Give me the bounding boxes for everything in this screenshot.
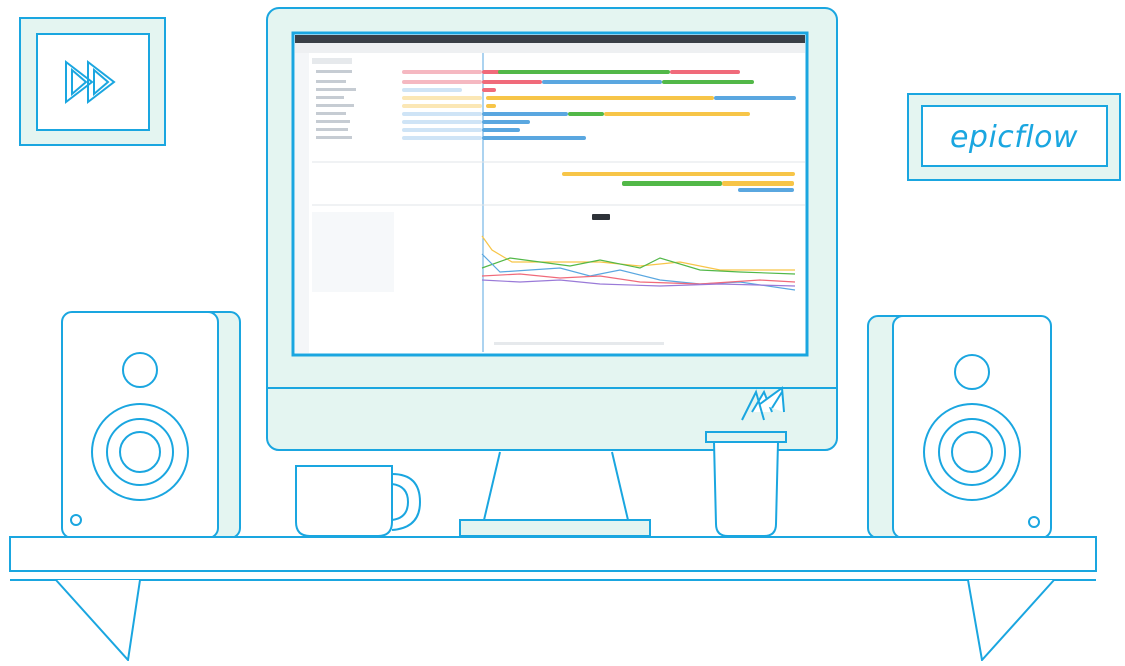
desk-scene-svg — [9, 7, 1121, 663]
fast-forward-badge — [19, 17, 166, 146]
mac-menu-bar — [295, 35, 805, 43]
right-speaker — [867, 315, 1052, 539]
coffee-mug — [295, 465, 422, 537]
app-sidebar — [295, 53, 309, 353]
monitor-stand — [459, 451, 651, 537]
desk-shelf — [9, 536, 1097, 663]
epicflow-logo-badge — [907, 93, 1121, 181]
browser-toolbar — [295, 43, 805, 53]
desk-scene-illustration — [0, 0, 1125, 663]
search-field — [312, 58, 352, 64]
left-speaker — [61, 311, 241, 539]
